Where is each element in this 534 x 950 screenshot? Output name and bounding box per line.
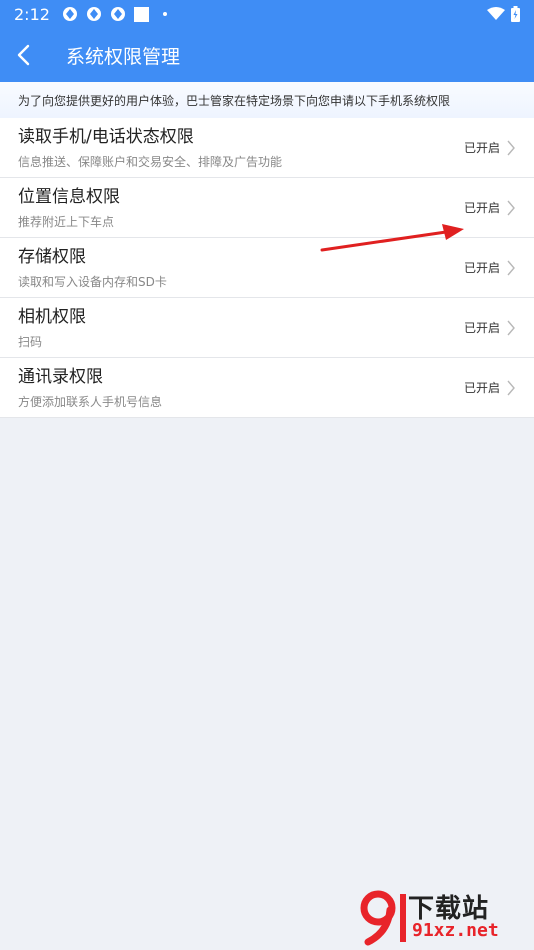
permission-title: 通讯录权限 (18, 366, 103, 387)
aperture-icon (86, 7, 101, 21)
back-arrow-icon (17, 44, 30, 66)
permission-desc: 信息推送、保障账户和交易安全、排障及广告功能 (18, 154, 283, 169)
permission-desc: 读取和写入设备内存和SD卡 (18, 274, 167, 289)
notification-icons (62, 6, 167, 22)
permission-notice: 为了向您提供更好的用户体验，巴士管家在特定场景下向您申请以下手机系统权限 (0, 82, 534, 118)
status-bar: 2:12 (0, 0, 534, 28)
permission-desc: 方便添加联系人手机号信息 (18, 394, 163, 409)
aperture-icon (62, 7, 77, 21)
watermark-url: 91xz.net (412, 920, 499, 941)
permission-status: 已开启 (463, 141, 500, 155)
permission-item-camera[interactable]: 相机权限 扫码 已开启 (0, 298, 534, 358)
permission-status: 已开启 (463, 201, 500, 215)
watermark-91-logo-icon (360, 890, 406, 946)
permission-title: 相机权限 (18, 306, 86, 327)
aperture-icon (110, 7, 125, 21)
chevron-right-icon (507, 320, 515, 335)
page-title: 系统权限管理 (66, 45, 181, 68)
battery-icon (511, 6, 520, 22)
permission-item-contacts[interactable]: 通讯录权限 方便添加联系人手机号信息 已开启 (0, 358, 534, 418)
permission-status: 已开启 (463, 261, 500, 275)
square-notification-icon (133, 6, 149, 22)
app-header: 系统权限管理 (0, 28, 534, 82)
red-arrow-annotation (320, 224, 464, 252)
permission-title: 位置信息权限 (18, 186, 120, 207)
permission-status: 已开启 (463, 321, 500, 335)
chevron-right-icon (507, 200, 515, 215)
wifi-icon (487, 7, 505, 20)
chevron-right-icon (507, 260, 515, 275)
permission-desc: 扫码 (18, 334, 43, 349)
watermark-logo: 下载站 91xz.net (360, 888, 528, 946)
permission-title: 读取手机/电话状态权限 (18, 126, 194, 147)
permission-status: 已开启 (463, 381, 500, 395)
chevron-right-icon (507, 380, 515, 395)
permission-item-phone-state[interactable]: 读取手机/电话状态权限 信息推送、保障账户和交易安全、排障及广告功能 已开启 (0, 118, 534, 178)
chevron-right-icon (507, 140, 515, 155)
system-status-icons (487, 6, 520, 22)
permission-list: 读取手机/电话状态权限 信息推送、保障账户和交易安全、排障及广告功能 已开启 位… (0, 118, 534, 418)
status-time: 2:12 (14, 4, 50, 24)
more-notifications-dot-icon (162, 12, 167, 16)
back-button[interactable] (16, 37, 52, 73)
